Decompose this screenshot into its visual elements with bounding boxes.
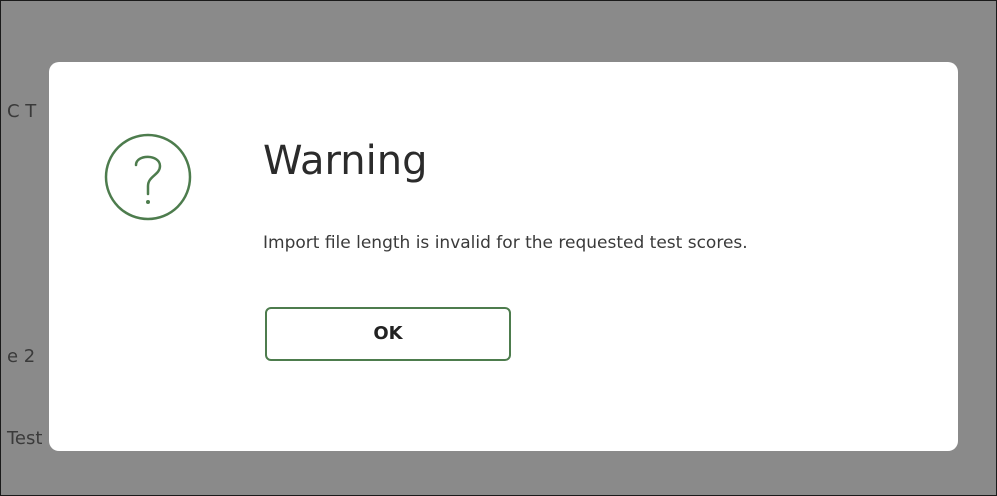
ok-button[interactable]: OK	[265, 307, 511, 361]
dialog-title: Warning	[263, 138, 428, 184]
screen: C T e 2 Test Warning Import file length …	[0, 0, 997, 496]
warning-dialog: Warning Import file length is invalid fo…	[49, 62, 958, 451]
background-text-fragment: C T	[7, 101, 37, 122]
background-text-fragment: e 2	[7, 346, 36, 367]
background-text-fragment: Test	[7, 428, 43, 449]
dialog-message: Import file length is invalid for the re…	[263, 233, 748, 253]
question-circle-icon	[103, 132, 193, 222]
